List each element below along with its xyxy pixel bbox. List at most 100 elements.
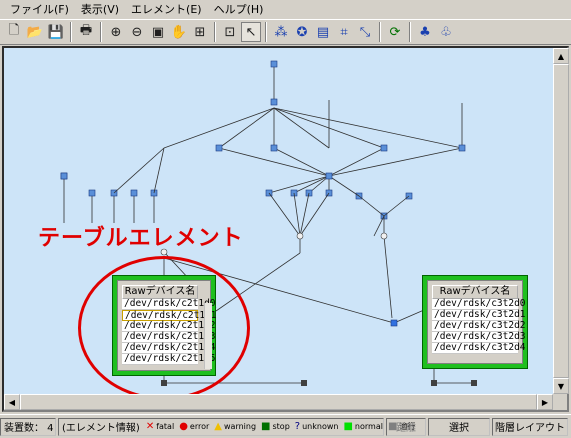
refresh-icon[interactable]: ⟳ (385, 22, 405, 42)
hierarchy-alt-icon[interactable]: ♧ (436, 22, 456, 42)
legend-3-icon: ■ (261, 421, 271, 432)
menu-help[interactable]: ヘルプ(H) (208, 1, 270, 17)
status-legend: ✕ fatal ● error ▲ warning ■ stop? unknown ■ normal… (146, 421, 421, 432)
hand-pan-icon[interactable]: ✋ (169, 22, 189, 42)
hierarchy-icon[interactable]: ♣ (415, 22, 435, 42)
menu-file[interactable]: ファイル(F) (4, 1, 75, 17)
port-node-icon (431, 380, 437, 386)
layout-box-icon[interactable]: ▤ (313, 22, 333, 42)
device-table-2-rows: /dev/rdsk/c3t2d0/dev/rdsk/c3t2d1/dev/rds… (432, 299, 526, 354)
device-node-icon (325, 172, 333, 180)
annotation-ellipse (78, 256, 250, 394)
toolbar-separator (409, 22, 411, 42)
legend-item: ▲ warning (214, 421, 256, 432)
legend-item: ■ normal (343, 421, 382, 432)
connection-line (153, 147, 165, 194)
menu-element[interactable]: エレメント(E) (125, 1, 208, 17)
toolbar-separator (214, 22, 216, 42)
device-node-icon (270, 60, 278, 68)
toolbar: 🗋 📂 💾 🖶 ⊕ ⊖ ▣ ✋ ⊞ ⊡ ↖ ⁂ ✪ ▤ ⌗ ⤡ ⟳ ♣ ♧ (0, 19, 571, 45)
legend-label: fatal (156, 422, 175, 431)
layout-circle-icon[interactable]: ✪ (292, 22, 312, 42)
annotation-label: テーブルエレメント (38, 226, 244, 251)
toolbar-separator (70, 22, 72, 42)
element-info-label: (エレメント情報) (62, 423, 140, 434)
connection-line (328, 147, 463, 177)
pointer-icon[interactable]: ↖ (241, 22, 261, 42)
menu-view[interactable]: 表示(V) (75, 1, 125, 17)
port-node-icon (301, 380, 307, 386)
zoom-area-icon[interactable]: ⊞ (190, 22, 210, 42)
connection-line (218, 107, 275, 149)
device-node-icon (270, 98, 278, 106)
device-count: 装置数： 4 (0, 417, 56, 436)
legend-item: ● error (179, 421, 209, 432)
connection-line (218, 147, 330, 177)
device-table-2-header[interactable]: Rawデバイス名 (432, 285, 518, 299)
fit-window-icon[interactable]: ▣ (148, 22, 168, 42)
device-table-2-inner: Rawデバイス名 /dev/rdsk/c3t2d0/dev/rdsk/c3t2d… (427, 280, 526, 364)
print-icon[interactable]: 🖶 (76, 22, 96, 42)
legend-label: unknown (302, 422, 339, 431)
toolbar-separator (379, 22, 381, 42)
new-file-icon[interactable]: 🗋 (4, 22, 24, 42)
status-bar: 装置数： 4 (エレメント情報) ✕ fatal ● error ▲ warning ■ st… (0, 414, 571, 438)
legend-1-icon: ● (179, 421, 188, 432)
connection-line (328, 175, 360, 197)
device-node-icon (130, 189, 138, 197)
horizontal-scrollbar[interactable]: ◀ ▶ (4, 394, 553, 410)
device-node-icon (380, 144, 388, 152)
device-node-icon (215, 144, 223, 152)
scroll-right-button[interactable]: ▶ (537, 394, 553, 410)
connection-line (373, 215, 385, 237)
distance-label: 距離 (386, 417, 426, 436)
device-table-2[interactable]: Rawデバイス名 /dev/rdsk/c3t2d0/dev/rdsk/c3t2d… (422, 275, 528, 369)
connection-line (328, 147, 385, 177)
scroll-up-button[interactable]: ▲ (553, 48, 569, 64)
legend-label: stop (272, 422, 290, 431)
open-file-icon[interactable]: 📂 (25, 22, 45, 42)
connection-line (393, 309, 425, 324)
canvas-frame: Rawデバイス名 /dev/rdsk/c2t1d0/dev/rdsk/c2t1d… (2, 46, 569, 412)
device-node-icon (88, 189, 96, 197)
zoom-rect-icon[interactable]: ⊡ (220, 22, 240, 42)
connection-line (268, 192, 301, 237)
connection-line (113, 147, 165, 194)
table-row[interactable]: /dev/rdsk/c3t2d4 (432, 343, 526, 354)
zoom-out-icon[interactable]: ⊖ (127, 22, 147, 42)
legend-label: warning (224, 422, 257, 431)
layout-grid-icon[interactable]: ⌗ (334, 22, 354, 42)
toolbar-separator (265, 22, 267, 42)
element-info: (エレメント情報) ✕ fatal ● error ▲ warning ■ stop? unkn… (58, 417, 415, 436)
vertical-scrollbar[interactable]: ▲ ▼ (553, 48, 569, 394)
topology-canvas[interactable]: Rawデバイス名 /dev/rdsk/c2t1d0/dev/rdsk/c2t1d… (4, 48, 553, 394)
legend-2-icon: ▲ (214, 421, 222, 432)
legend-label: normal (354, 422, 383, 431)
legend-label: error (189, 422, 210, 431)
scroll-down-button[interactable]: ▼ (553, 378, 569, 394)
vertical-scroll-thumb[interactable] (553, 64, 569, 378)
connection-line (383, 235, 393, 319)
junction-node-icon (380, 232, 388, 240)
legend-5-icon: ■ (343, 421, 353, 432)
device-node-icon (458, 144, 466, 152)
toolbar-separator (100, 22, 102, 42)
zoom-in-icon[interactable]: ⊕ (106, 22, 126, 42)
legend-item: ✕ fatal (146, 421, 174, 432)
horizontal-scroll-thumb[interactable] (20, 394, 537, 410)
layout-indicator: 階層レイアウト (492, 417, 568, 436)
save-icon[interactable]: 💾 (46, 22, 66, 42)
connection-line (383, 195, 410, 217)
legend-item: ? unknown (295, 421, 339, 432)
layout-tree-icon[interactable]: ⁂ (271, 22, 291, 42)
legend-0-icon: ✕ (145, 421, 155, 432)
device-node-icon (270, 144, 278, 152)
layout-custom-icon[interactable]: ⤡ (355, 22, 375, 42)
scroll-left-button[interactable]: ◀ (4, 394, 20, 410)
legend-item: ■ stop (261, 421, 290, 432)
menu-bar: ファイル(F) 表示(V) エレメント(E) ヘルプ(H) (0, 0, 571, 18)
connection-line (273, 147, 330, 177)
mode-indicator: 選択 (428, 417, 490, 436)
device-node-icon (60, 172, 68, 180)
connection-line (358, 195, 385, 217)
